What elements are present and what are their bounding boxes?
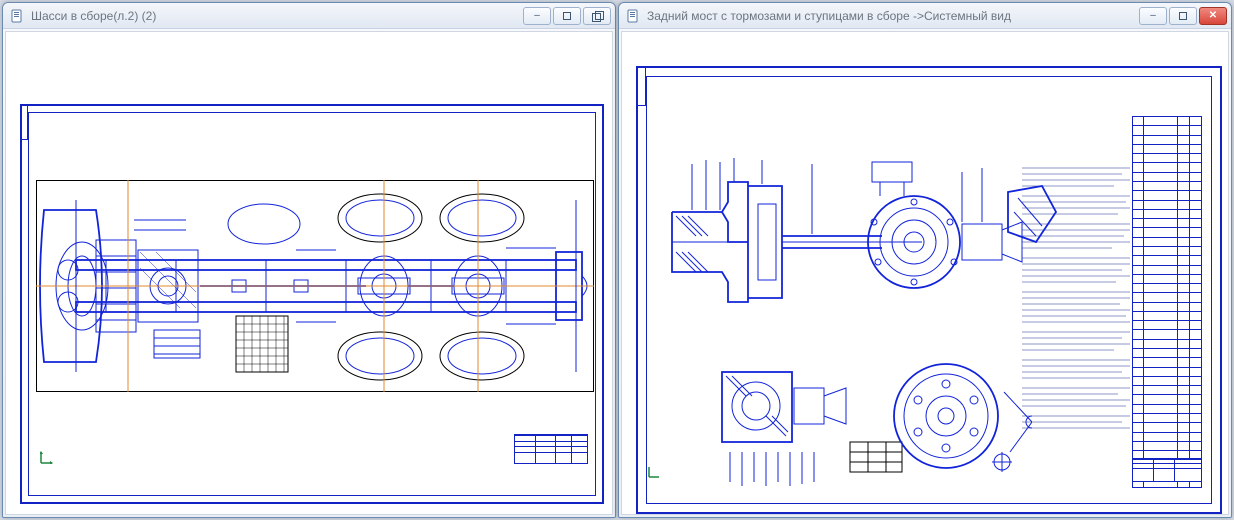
minimize-icon: – [534, 11, 540, 21]
document-icon [625, 8, 641, 24]
binder-block [20, 104, 28, 140]
axle-assembly-drawing [662, 152, 1032, 492]
close-button[interactable]: ✕ [1199, 7, 1227, 25]
window-title: Шасси в сборе(л.2) (2) [31, 9, 523, 23]
origin-marker-icon [40, 450, 50, 460]
window-controls: – [523, 7, 611, 25]
maximize-button[interactable] [553, 7, 581, 25]
window-controls: – ✕ [1139, 7, 1227, 25]
binder-block [636, 66, 646, 106]
drawing-viewport[interactable] [621, 31, 1229, 515]
close-icon: ✕ [1209, 11, 1217, 21]
drawing-viewport[interactable] [5, 31, 613, 515]
title-block [1132, 458, 1202, 482]
maximize-button[interactable] [1169, 7, 1197, 25]
bracket-detail [1002, 182, 1062, 252]
maximize-icon [1179, 12, 1187, 20]
origin-marker-icon [648, 464, 658, 474]
window-title: Задний мост с тормозами и ступицами в сб… [647, 9, 1139, 23]
window-chassis: Шасси в сборе(л.2) (2) – [2, 2, 616, 518]
minimize-button[interactable]: – [523, 7, 551, 25]
minimize-icon: – [1150, 11, 1156, 21]
drawing-canvas[interactable] [622, 32, 1228, 514]
parts-list-table [1132, 116, 1202, 488]
close-button[interactable] [583, 7, 611, 25]
minimize-button[interactable]: – [1139, 7, 1167, 25]
title-block [514, 434, 588, 464]
maximize-icon [563, 12, 571, 20]
titlebar[interactable]: Задний мост с тормозами и ступицами в сб… [619, 3, 1231, 29]
titlebar[interactable]: Шасси в сборе(л.2) (2) – [3, 3, 615, 29]
restore-icon [592, 11, 602, 21]
chassis-drawing [36, 180, 594, 392]
window-rear-axle: Задний мост с тормозами и ступицами в сб… [618, 2, 1232, 518]
document-icon [9, 8, 25, 24]
drawing-canvas[interactable] [6, 32, 612, 514]
